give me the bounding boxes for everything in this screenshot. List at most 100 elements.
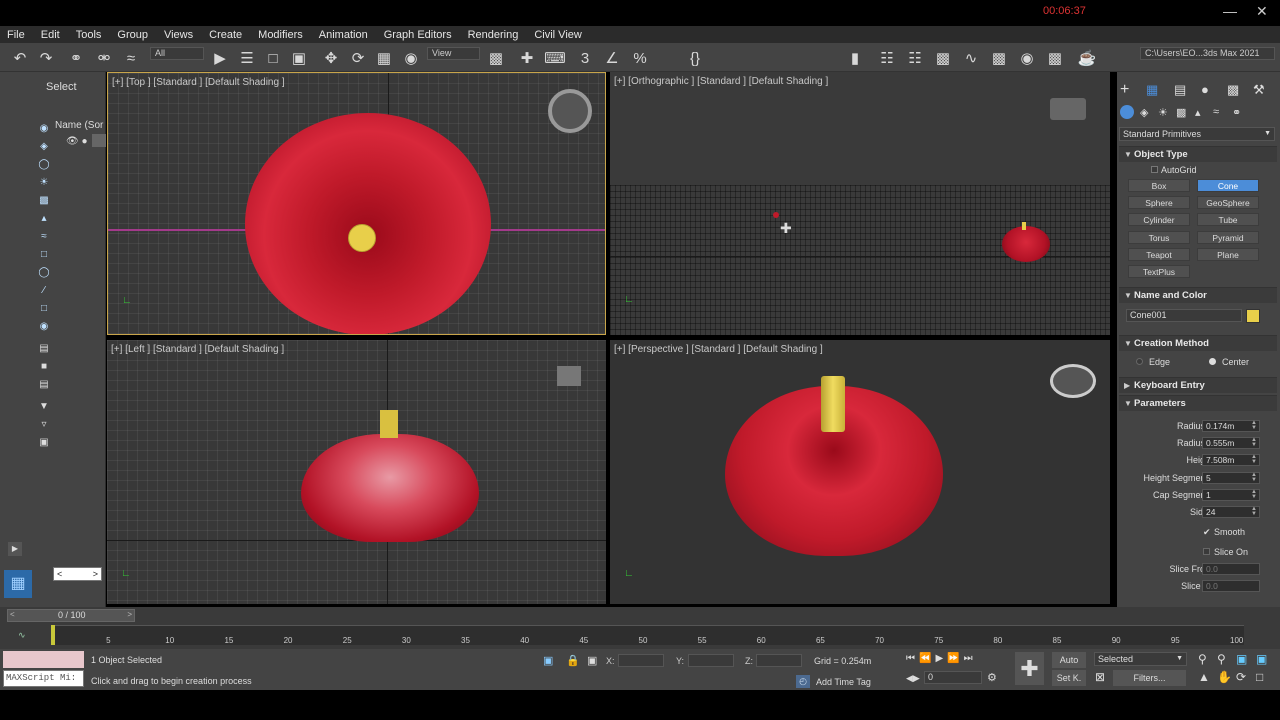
material-editor-icon[interactable]: ◉ (1017, 48, 1037, 68)
display-shapes-icon[interactable]: ◯ (38, 159, 50, 171)
scale-icon[interactable]: ▦ (374, 48, 394, 68)
isolate-selection-icon[interactable]: ▣ (543, 654, 553, 667)
systems-icon[interactable]: ⚭ (1232, 106, 1241, 119)
display-helpers-icon[interactable]: ▴ (38, 213, 50, 225)
display-cameras-icon[interactable]: ▩ (38, 195, 50, 207)
height-segments-spinner[interactable]: 5 ▲ ▼ (1202, 472, 1260, 484)
unlink-icon[interactable]: ⚮ (94, 48, 114, 68)
spinner-arrows-icon[interactable]: ▲ ▼ (1251, 454, 1257, 465)
scroll-right-icon[interactable]: > (93, 568, 98, 580)
render-icon[interactable]: ☕ (1077, 48, 1097, 68)
stem-cone[interactable] (380, 410, 398, 438)
cone-button[interactable]: Cone (1197, 179, 1259, 192)
menu-civil-view[interactable]: Civil View (527, 29, 590, 41)
height-spinner[interactable]: 7.508m ▲ ▼ (1202, 454, 1260, 466)
set-key-icon[interactable]: ✚ (1015, 652, 1044, 685)
maxscript-mini-input[interactable]: MAXScript Mi: (3, 670, 84, 687)
current-frame-field[interactable]: 0 (924, 671, 982, 684)
time-config-icon[interactable]: ⚙ (987, 671, 997, 684)
project-path-field[interactable]: C:\Users\EO...3ds Max 2021 (1140, 47, 1275, 60)
time-prev-icon[interactable]: < (10, 610, 15, 619)
time-slider[interactable]: < 0 / 100 > (7, 609, 135, 622)
stem-cone[interactable] (821, 376, 845, 432)
placement-icon[interactable]: ◉ (401, 48, 421, 68)
zoom-all-icon[interactable]: ⚲ (1217, 652, 1226, 666)
rollout-name-color[interactable]: ▼ Name and Color (1119, 287, 1277, 303)
cylinder-button[interactable]: Cylinder (1128, 213, 1190, 226)
radius2-spinner[interactable]: 0.555m ▲ ▼ (1202, 437, 1260, 449)
playback-controls[interactable]: ⏮⏪▶⏩⏭ (906, 653, 977, 664)
cap-segments-spinner[interactable]: 1 ▲ ▼ (1202, 489, 1260, 501)
menu-views[interactable]: Views (157, 29, 202, 41)
angle-snap-icon[interactable]: ∠ (602, 48, 622, 68)
select-manipulate-icon[interactable]: ✚ (517, 48, 537, 68)
visibility-icon[interactable]: 👁 ● (66, 136, 88, 147)
select-object-icon[interactable]: ▶ (210, 48, 230, 68)
curve-toggle-icon[interactable]: ∿ (18, 630, 26, 641)
edge-radio[interactable] (1136, 358, 1143, 365)
viewcube-icon[interactable] (557, 366, 581, 386)
zoom-icon[interactable]: ⚲ (1198, 652, 1207, 666)
zoom-extents-icon[interactable]: ▣ (1236, 652, 1247, 666)
y-coordinate-field[interactable] (688, 654, 734, 667)
maximize-viewport-icon[interactable]: □ (1256, 670, 1263, 684)
teapot-button[interactable]: Teapot (1128, 248, 1190, 261)
viewport-top[interactable]: [+] [Top ] [Standard ] [Default Shading … (107, 72, 606, 335)
select-by-name-icon[interactable]: ☰ (237, 48, 257, 68)
motion-tab-icon[interactable]: ● (1201, 82, 1209, 97)
toggle-ribbon-icon[interactable]: ▩ (933, 48, 953, 68)
spinner-arrows-icon[interactable]: ▲ ▼ (1251, 489, 1257, 500)
time-cursor[interactable] (51, 625, 55, 645)
viewport-label-persp[interactable]: [+] [Perspective ] [Standard ] [Default … (614, 344, 823, 355)
tube-button[interactable]: Tube (1197, 213, 1259, 226)
spinner-arrows-icon[interactable]: ▲ ▼ (1251, 437, 1257, 448)
undo-icon[interactable]: ↶ (10, 48, 30, 68)
pan-icon[interactable]: ✋ (1217, 670, 1232, 684)
time-next-icon[interactable]: > (127, 610, 132, 619)
explorer-scroll[interactable]: < > (53, 567, 102, 581)
layer-explorer-icon[interactable]: ☷ (905, 48, 925, 68)
viewport-label-ortho[interactable]: [+] [Orthographic ] [Standard ] [Default… (614, 76, 828, 87)
filter-icon[interactable]: ▼ (38, 401, 50, 413)
key-filter-dropdown[interactable]: Selected ▼ (1094, 652, 1187, 666)
selection-lock-icon[interactable]: 🔒 (566, 654, 580, 667)
selection-region-icon[interactable]: □ (263, 48, 283, 68)
rollout-creation-method[interactable]: ▼ Creation Method (1119, 335, 1277, 351)
window-crossing-icon[interactable]: ▣ (289, 48, 309, 68)
menu-create[interactable]: Create (202, 29, 251, 41)
display-none-icon[interactable]: ◉ (38, 123, 50, 135)
plane-button[interactable]: Plane (1197, 248, 1259, 261)
rollout-parameters[interactable]: ▼ Parameters (1119, 395, 1277, 411)
slice-on-checkbox[interactable] (1203, 548, 1210, 555)
viewport-label-top[interactable]: [+] [Top ] [Standard ] [Default Shading … (112, 77, 285, 88)
object-name-field[interactable]: Cone001 (1126, 309, 1242, 322)
key-filters-icon[interactable]: ⊠ (1095, 670, 1105, 684)
percent-snap-icon[interactable]: % (630, 48, 650, 68)
move-icon[interactable]: ✥ (321, 48, 341, 68)
torus-button[interactable]: Torus (1128, 231, 1190, 244)
display-all-icon[interactable]: ◉ (38, 321, 50, 333)
minimize-icon[interactable]: — (1223, 3, 1237, 19)
center-radio[interactable] (1209, 358, 1216, 365)
redo-icon[interactable]: ↷ (36, 48, 56, 68)
list-icon[interactable]: ▤ (38, 379, 50, 391)
x-coordinate-field[interactable] (618, 654, 664, 667)
absolute-mode-icon[interactable]: ▣ (587, 654, 597, 667)
rotate-icon[interactable]: ⟳ (348, 48, 368, 68)
menu-animation[interactable]: Animation (312, 29, 377, 41)
textplus-button[interactable]: TextPlus (1128, 265, 1190, 278)
expand-arrow-icon[interactable]: ▶ (8, 542, 22, 556)
spinner-arrows-icon[interactable]: ▲ ▼ (1251, 420, 1257, 431)
sides-spinner[interactable]: 24 ▲ ▼ (1202, 506, 1260, 518)
curve-editor-icon[interactable]: ∿ (961, 48, 981, 68)
spinner-arrows-icon[interactable]: ▲ ▼ (1251, 506, 1257, 517)
hierarchy-icon[interactable]: ■ (38, 361, 50, 373)
display-lights-icon[interactable]: ☀ (38, 177, 50, 189)
zoom-extents-all-icon[interactable]: ▣ (1256, 652, 1267, 666)
sphere-button[interactable]: Sphere (1128, 196, 1190, 209)
menu-graph-editors[interactable]: Graph Editors (377, 29, 461, 41)
create-tab-icon[interactable]: + (1120, 81, 1129, 99)
viewcube-icon[interactable] (548, 89, 592, 133)
apple-model[interactable] (301, 434, 479, 542)
maxscript-listener[interactable] (3, 651, 84, 668)
